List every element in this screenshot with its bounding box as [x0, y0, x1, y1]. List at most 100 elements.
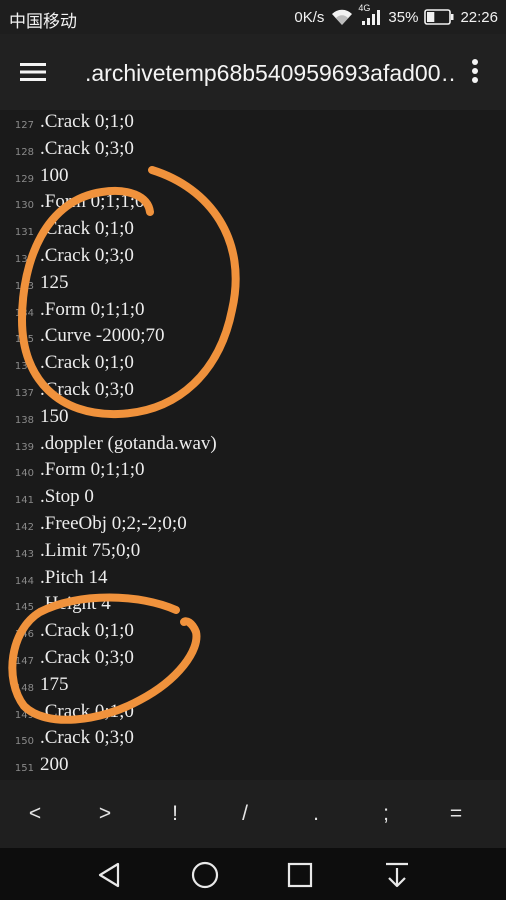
status-bar: 中国移动 0K/s 4G 35% 22:26: [0, 0, 506, 34]
code-editor[interactable]: 127 .Crack 0;1;0 128 .Crack 0;3;0 129 100 130.…: [0, 110, 506, 780]
line-number: 149: [14, 709, 34, 721]
symbol-key[interactable]: .: [296, 798, 336, 830]
line-text[interactable]: .Crack 0;1;0: [40, 352, 134, 374]
line-text[interactable]: .Curve -2000;70: [40, 325, 165, 347]
line-text[interactable]: .Crack 0;1;0: [40, 620, 134, 642]
code-line[interactable]: 148 175: [0, 673, 506, 700]
code-line[interactable]: 131 .Crack 0;1;0: [0, 217, 506, 244]
code-line[interactable]: 129 100: [0, 164, 506, 191]
line-number: 148: [14, 682, 34, 694]
line-number: 144: [14, 575, 34, 587]
code-line[interactable]: 127 .Crack 0;1;0: [0, 110, 506, 137]
line-text[interactable]: .Crack 0;3;0: [40, 727, 134, 749]
symbol-key[interactable]: >: [85, 798, 125, 830]
line-text[interactable]: .Form 0;1;1;0: [40, 299, 145, 321]
line-text[interactable]: .Pitch 14: [40, 567, 108, 589]
line-number: 128: [14, 146, 34, 158]
line-number: 136: [14, 361, 34, 373]
line-text[interactable]: .doppler (gotanda.wav): [40, 433, 217, 455]
file-title: .archivetemp68b540959693afad00…: [85, 60, 455, 86]
symbol-key[interactable]: =: [436, 798, 476, 830]
network-speed: 0K/s: [294, 8, 325, 26]
line-text[interactable]: .Crack 0;3;0: [40, 647, 134, 669]
app-bar: .archivetemp68b540959693afad00…: [0, 34, 506, 110]
line-text[interactable]: 150: [40, 406, 69, 428]
line-number: 151: [14, 763, 34, 775]
code-line[interactable]: 133 125: [0, 271, 506, 298]
code-line[interactable]: 143 .Limit 75;0;0: [0, 539, 506, 566]
line-number: 141: [14, 495, 34, 507]
line-number: 137: [14, 388, 34, 399]
line-text[interactable]: .Crack 0;1;0: [40, 218, 134, 240]
line-text[interactable]: .Form 0;1;1;0: [40, 459, 145, 481]
line-number: 129: [14, 173, 34, 185]
symbol-key-bar: < >! /.; =: [0, 780, 506, 848]
line-text[interactable]: .Limit 75;0;0: [40, 540, 140, 562]
recents-square-icon[interactable]: [283, 858, 317, 892]
code-line[interactable]: 142 .FreeObj 0;2;-2;0;0: [0, 512, 506, 539]
code-line[interactable]: 132 .Crack 0;3;0: [0, 244, 506, 271]
code-line[interactable]: 128 .Crack 0;3;0: [0, 137, 506, 164]
line-number: 132: [14, 254, 34, 265]
line-number: 142: [14, 522, 34, 533]
code-line[interactable]: 134 .Form 0;1;1;0: [0, 298, 506, 325]
battery-fill: [427, 12, 435, 22]
pull-down-notifications-icon[interactable]: [380, 858, 414, 892]
line-text[interactable]: 200: [40, 754, 69, 776]
code-line[interactable]: 146 .Crack 0;1;0: [0, 619, 506, 646]
code-line[interactable]: 141 .Stop 0: [0, 485, 506, 512]
code-line[interactable]: 149 .Crack 0;1;0: [0, 700, 506, 727]
wifi-icon: [330, 8, 354, 26]
line-number: 134: [14, 307, 34, 319]
code-line[interactable]: 135 .Curve -2000;70: [0, 324, 506, 351]
line-text[interactable]: .Form 0;1;1;0: [40, 191, 145, 213]
back-triangle-icon[interactable]: [92, 858, 126, 892]
line-text[interactable]: 125: [40, 272, 69, 294]
line-text[interactable]: .Crack 0;3;0: [40, 245, 134, 267]
code-line[interactable]: 147 .Crack 0;3;0: [0, 646, 506, 673]
carrier-name: 中国移动: [9, 12, 77, 31]
symbol-key[interactable]: ;: [366, 798, 406, 830]
line-number: 135: [14, 334, 34, 346]
code-line[interactable]: 144 .Pitch 14: [0, 566, 506, 593]
line-text[interactable]: .Height 4: [40, 593, 111, 615]
code-line[interactable]: 138 150: [0, 405, 506, 432]
line-text[interactable]: .Crack 0;3;0: [40, 138, 134, 160]
hamburger-menu-icon[interactable]: [20, 56, 56, 88]
battery-icon: [424, 9, 454, 25]
line-number: 150: [14, 736, 34, 748]
navigation-bar: [0, 848, 506, 900]
symbol-key[interactable]: <: [15, 798, 55, 830]
code-line[interactable]: 145 .Height 4: [0, 592, 506, 619]
line-number: 140: [14, 468, 34, 480]
code-line[interactable]: 137 .Crack 0;3;0: [0, 378, 506, 405]
line-text[interactable]: .Crack 0;1;0: [40, 111, 134, 133]
line-text[interactable]: 100: [40, 165, 69, 187]
battery-percent: 35%: [388, 8, 419, 26]
code-line[interactable]: 136 .Crack 0;1;0: [0, 351, 506, 378]
line-number: 139: [14, 441, 34, 453]
code-line[interactable]: 140 .Form 0;1;1;0: [0, 458, 506, 485]
line-text[interactable]: .FreeObj 0;2;-2;0;0: [40, 513, 187, 535]
clock: 22:26: [460, 8, 498, 26]
symbol-key[interactable]: /: [225, 798, 265, 830]
line-number: 147: [14, 656, 34, 667]
code-line[interactable]: 139 .doppler (gotanda.wav): [0, 432, 506, 459]
line-number: 130: [14, 200, 34, 212]
line-number: 145: [14, 602, 34, 614]
symbol-key[interactable]: !: [155, 798, 195, 830]
line-number: 138: [14, 414, 34, 426]
code-line[interactable]: 150 .Crack 0;3;0: [0, 726, 506, 753]
code-line[interactable]: 130 .Form 0;1;1;0: [0, 190, 506, 217]
code-line[interactable]: 151 200: [0, 753, 506, 780]
line-text[interactable]: .Stop 0: [40, 486, 94, 508]
status-icons: 0K/s 4G 35% 22:26: [294, 3, 498, 28]
network-type-label: 4G: [358, 3, 371, 13]
line-text[interactable]: .Crack 0;3;0: [40, 379, 134, 401]
more-vertical-icon[interactable]: [462, 56, 488, 88]
line-text[interactable]: 175: [40, 674, 69, 696]
line-number: 127: [14, 120, 34, 131]
line-number: 133: [14, 280, 34, 292]
home-circle-icon[interactable]: [188, 858, 222, 892]
line-text[interactable]: .Crack 0;1;0: [40, 701, 134, 723]
